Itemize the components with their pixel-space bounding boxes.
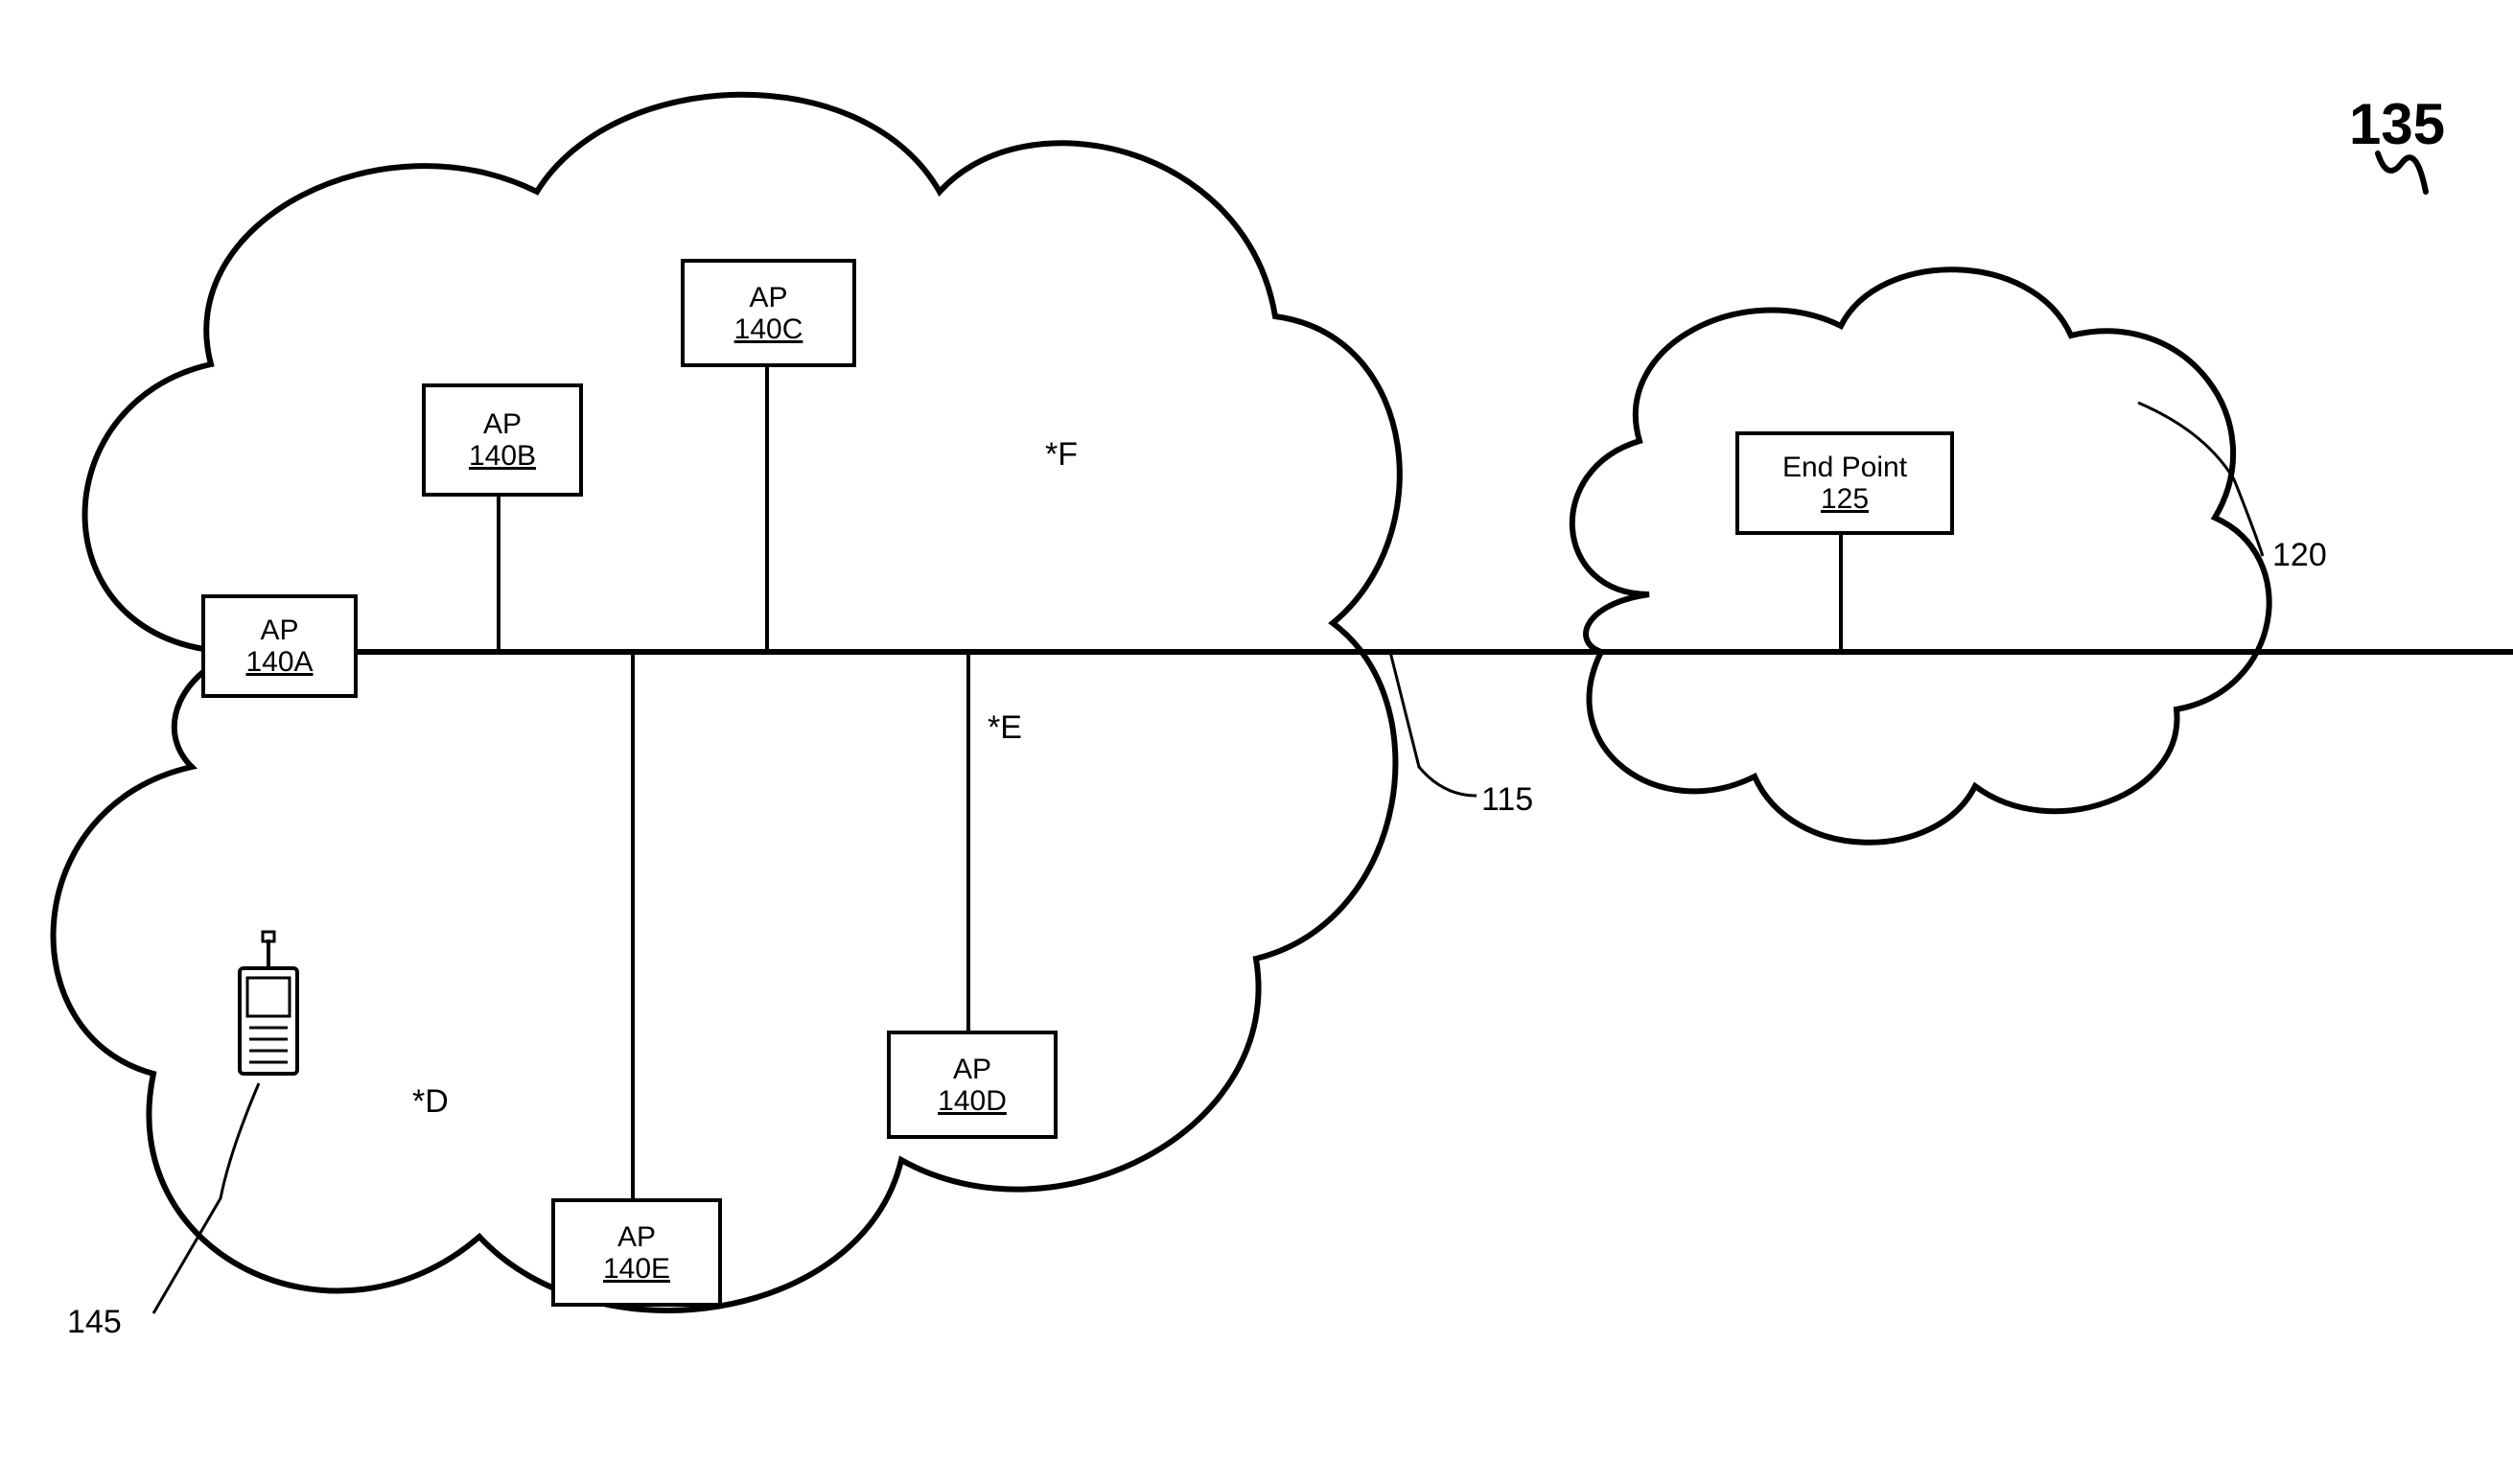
label-ap-140e: AP [617, 1221, 656, 1253]
callout-115: 115 [1481, 781, 1533, 819]
figure-number: 135 [2349, 91, 2445, 157]
callout-120: 120 [2272, 537, 2327, 574]
leader-115 [1390, 652, 1477, 796]
box-endpoint: End Point 125 [1735, 431, 1954, 535]
diagram-canvas [0, 0, 2513, 1484]
label-ap-140c: AP [749, 282, 787, 313]
box-ap-140e: AP 140E [551, 1198, 722, 1307]
leader-120 [2138, 403, 2263, 556]
label-ap-140b: AP [483, 408, 522, 440]
label-endpoint: End Point [1782, 452, 1907, 483]
box-ap-140d: AP 140D [887, 1031, 1058, 1139]
num-ap-140d: 140D [938, 1085, 1007, 1117]
marker-d: *D [412, 1083, 449, 1121]
marker-f: *F [1045, 436, 1078, 474]
num-ap-140a: 140A [245, 646, 313, 678]
box-ap-140a: AP 140A [201, 594, 358, 698]
num-endpoint: 125 [1821, 483, 1869, 515]
callout-145: 145 [67, 1304, 122, 1341]
marker-e: *E [988, 709, 1022, 747]
label-ap-140d: AP [953, 1054, 991, 1085]
cloud-right [1572, 269, 2269, 843]
num-ap-140b: 140B [469, 440, 536, 472]
label-ap-140a: AP [260, 614, 298, 646]
figure-squiggle [2378, 153, 2426, 192]
num-ap-140e: 140E [603, 1253, 670, 1285]
box-ap-140c: AP 140C [681, 259, 856, 367]
box-ap-140b: AP 140B [422, 383, 583, 497]
mobile-device-icon [240, 932, 297, 1074]
num-ap-140c: 140C [734, 313, 803, 345]
